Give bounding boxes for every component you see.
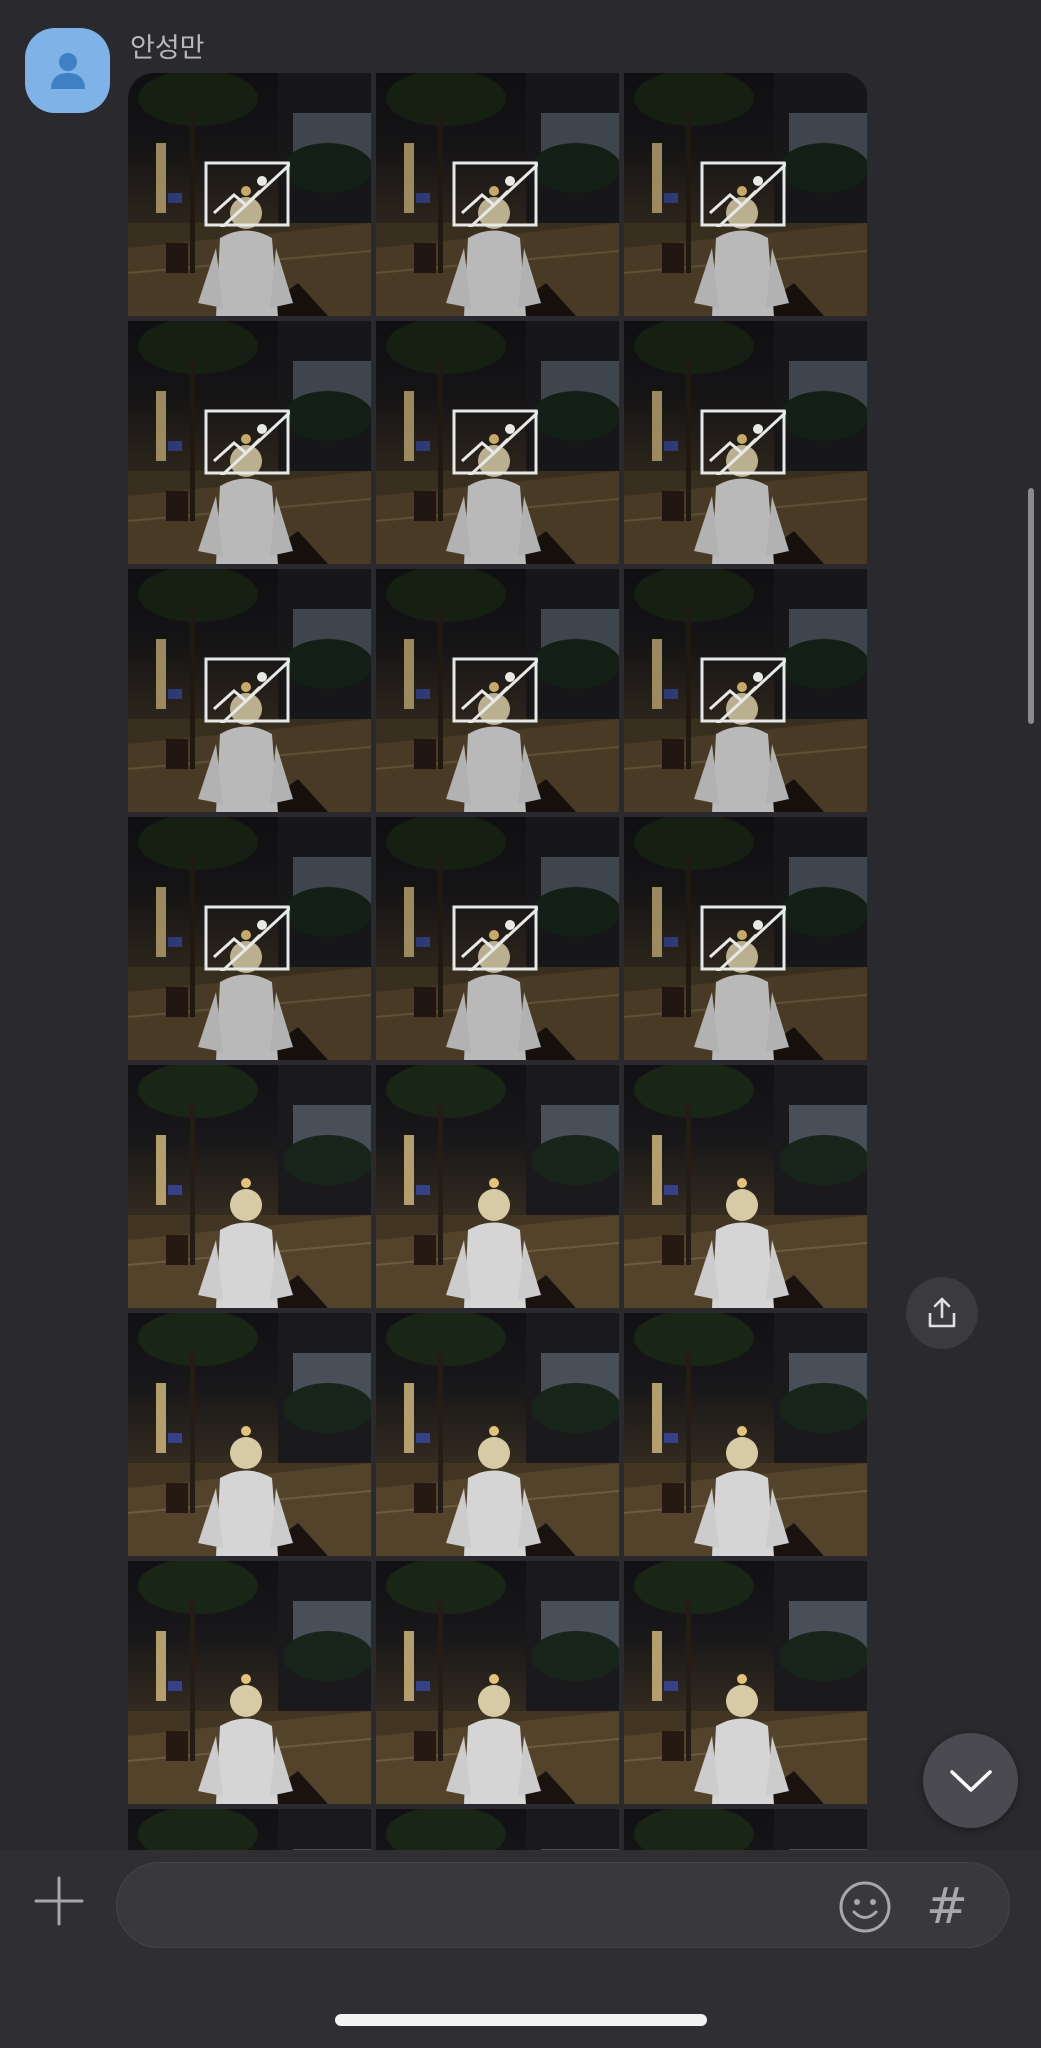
image-broken-icon xyxy=(700,657,786,723)
image-broken-icon xyxy=(452,657,538,723)
photo-thumbnail-failed[interactable] xyxy=(624,73,867,316)
message-composer: # xyxy=(0,1850,1041,2048)
scrollbar[interactable] xyxy=(1028,488,1034,724)
photo-thumbnail-failed[interactable] xyxy=(624,817,867,1060)
image-broken-icon xyxy=(700,161,786,227)
image-broken-icon xyxy=(452,161,538,227)
image-broken-icon xyxy=(452,409,538,475)
photo-thumbnail-failed[interactable] xyxy=(128,321,371,564)
photo-thumbnail[interactable] xyxy=(376,1065,619,1308)
image-broken-icon xyxy=(204,409,290,475)
message-input[interactable] xyxy=(147,1883,831,1929)
message-input-box: # xyxy=(116,1862,1010,1948)
person-icon xyxy=(50,52,85,89)
photo-thumbnail-failed[interactable] xyxy=(128,73,371,316)
photo-thumbnail[interactable] xyxy=(376,1313,619,1556)
avatar[interactable] xyxy=(25,28,110,113)
photo-thumbnail[interactable] xyxy=(376,1561,619,1804)
photo-thumbnail-failed[interactable] xyxy=(376,817,619,1060)
share-button[interactable] xyxy=(906,1277,978,1349)
hashtag-button[interactable]: # xyxy=(915,1875,979,1937)
image-broken-icon xyxy=(204,905,290,971)
photo-thumbnail[interactable] xyxy=(624,1313,867,1556)
image-broken-icon xyxy=(204,657,290,723)
emoji-icon xyxy=(839,1881,891,1933)
photo-thumbnail-failed[interactable] xyxy=(128,569,371,812)
photo-thumbnail-failed[interactable] xyxy=(376,73,619,316)
photo-thumbnail[interactable] xyxy=(624,1065,867,1308)
photo-thumbnail-failed[interactable] xyxy=(624,569,867,812)
plus-icon xyxy=(34,1876,84,1926)
photo-grid xyxy=(128,73,868,2048)
image-broken-icon xyxy=(700,409,786,475)
photo-thumbnail[interactable] xyxy=(128,1561,371,1804)
image-broken-icon xyxy=(700,905,786,971)
photo-thumbnail[interactable] xyxy=(128,1313,371,1556)
photo-thumbnail[interactable] xyxy=(624,1561,867,1804)
share-icon xyxy=(928,1297,956,1328)
photo-thumbnail-failed[interactable] xyxy=(128,817,371,1060)
photo-thumbnail-failed[interactable] xyxy=(624,321,867,564)
attach-button[interactable] xyxy=(30,1872,88,1930)
emoji-button[interactable] xyxy=(837,1879,893,1935)
image-broken-icon xyxy=(452,905,538,971)
chevron-down-icon xyxy=(949,1769,992,1792)
home-indicator xyxy=(335,2014,707,2026)
photo-thumbnail-failed[interactable] xyxy=(376,321,619,564)
chat-screen: 안성만 # xyxy=(0,0,1041,2048)
photo-thumbnail-failed[interactable] xyxy=(376,569,619,812)
scroll-to-bottom-button[interactable] xyxy=(923,1733,1018,1828)
sender-name: 안성만 xyxy=(130,33,205,64)
image-broken-icon xyxy=(204,161,290,227)
photo-thumbnail[interactable] xyxy=(128,1065,371,1308)
